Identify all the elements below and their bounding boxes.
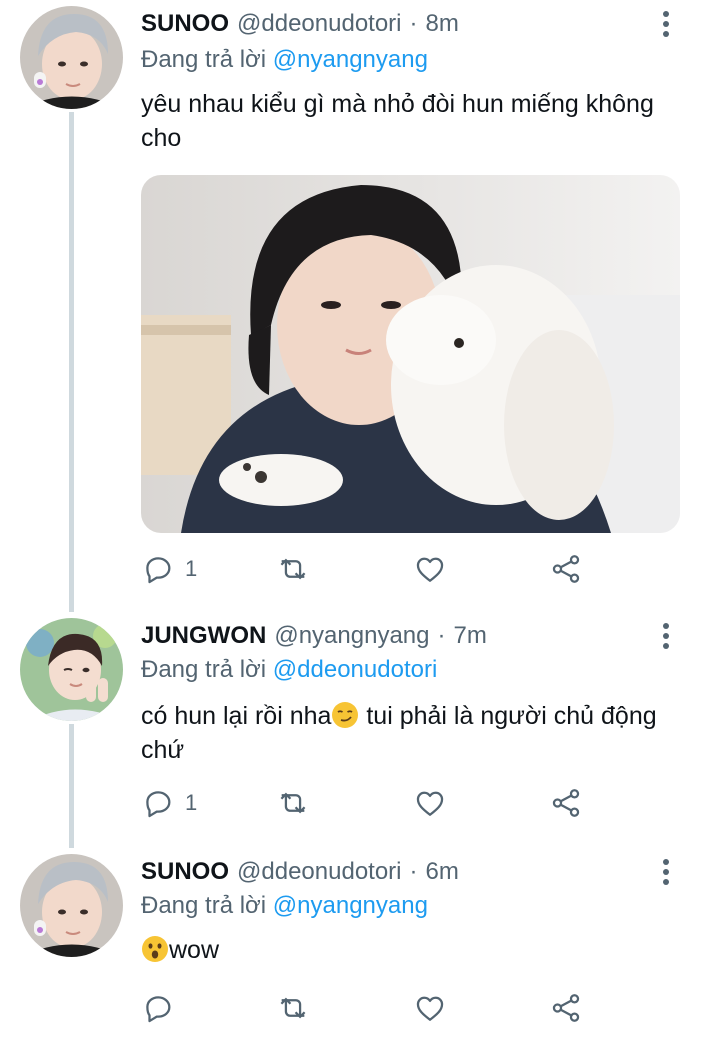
reply-button[interactable]: 1 (141, 550, 197, 588)
tweet[interactable]: SUNOO @ddeonudotori · 6m Đang trả lời @n… (0, 836, 720, 1041)
replying-to-label: Đang trả lời (141, 656, 267, 683)
timestamp[interactable]: 7m (454, 619, 487, 653)
avatar[interactable] (20, 618, 123, 721)
user-handle[interactable]: @ddeonudotori (237, 7, 401, 41)
retweet-icon (280, 792, 306, 814)
replying-to: Đang trả lời @nyangnyang (141, 889, 428, 923)
replying-to: Đang trả lời @ddeonudotori (141, 653, 437, 687)
mention-link[interactable]: @nyangnyang (273, 892, 428, 919)
reply-icon (146, 791, 171, 818)
like-button[interactable] (413, 550, 447, 588)
tweet-text-part: wow (169, 936, 220, 964)
tweet-actions: 1 (141, 550, 601, 588)
user-handle[interactable]: @ddeonudotori (237, 855, 401, 889)
tweet-text: wow (141, 933, 681, 967)
astonished-face-icon (142, 936, 168, 962)
mention-link[interactable]: @nyangnyang (273, 46, 428, 73)
user-handle[interactable]: @nyangnyang (274, 619, 429, 653)
tweet-actions: 1 (141, 784, 601, 822)
reply-count: 1 (185, 790, 198, 815)
reply-icon (146, 557, 171, 584)
display-name[interactable]: JUNGWON (141, 619, 266, 653)
timestamp[interactable]: 6m (426, 855, 459, 889)
separator: · (437, 622, 446, 649)
retweet-button[interactable] (274, 784, 312, 822)
tweet-header: JUNGWON @nyangnyang · 7m (141, 619, 487, 653)
replying-to-label: Đang trả lời (141, 892, 267, 919)
avatar[interactable] (20, 6, 123, 109)
like-button[interactable] (413, 784, 447, 822)
reply-count: 1 (185, 556, 198, 581)
share-icon (552, 994, 580, 1022)
share-button[interactable] (549, 784, 583, 822)
retweet-icon (280, 558, 306, 580)
reply-button[interactable]: 1 (141, 784, 197, 822)
avatar[interactable] (20, 854, 123, 957)
share-button[interactable] (549, 550, 583, 588)
share-icon (552, 789, 580, 817)
share-button[interactable] (549, 989, 583, 1027)
display-name[interactable]: SUNOO (141, 7, 229, 41)
retweet-button[interactable] (274, 989, 312, 1027)
timestamp[interactable]: 8m (426, 7, 459, 41)
separator: · (409, 858, 418, 885)
tweet-header: SUNOO @ddeonudotori · 6m (141, 855, 459, 889)
replying-to-label: Đang trả lời (141, 46, 267, 73)
tweet[interactable]: JUNGWON @nyangnyang · 7m Đang trả lời @d… (0, 600, 720, 836)
heart-icon (416, 996, 444, 1021)
heart-icon (416, 791, 444, 816)
tweet-header: SUNOO @ddeonudotori · 8m (141, 7, 459, 41)
more-vertical-icon[interactable] (655, 855, 677, 889)
tweet-text-part: có hun lại rồi nha (141, 702, 332, 730)
separator: · (409, 10, 418, 37)
tweet-text: yêu nhau kiểu gì mà nhỏ đòi hun miếng kh… (141, 90, 654, 152)
display-name[interactable]: SUNOO (141, 855, 229, 889)
more-vertical-icon[interactable] (655, 7, 677, 41)
retweet-icon (280, 997, 306, 1019)
smirking-face-icon (332, 702, 359, 728)
tweet-photo[interactable] (141, 175, 680, 533)
tweet[interactable]: SUNOO @ddeonudotori · 8m Đang trả lời @n… (0, 0, 720, 600)
heart-icon (416, 557, 444, 582)
retweet-button[interactable] (274, 550, 312, 588)
tweet-actions (141, 989, 601, 1027)
reply-button[interactable] (141, 989, 175, 1027)
mention-link[interactable]: @ddeonudotori (273, 656, 437, 683)
like-button[interactable] (413, 989, 447, 1027)
tweet-text: có hun lại rồi nha tui phải là người chủ… (141, 699, 681, 767)
replying-to: Đang trả lời @nyangnyang (141, 43, 428, 77)
share-icon (552, 555, 580, 583)
more-vertical-icon[interactable] (655, 619, 677, 653)
reply-icon (146, 996, 171, 1023)
